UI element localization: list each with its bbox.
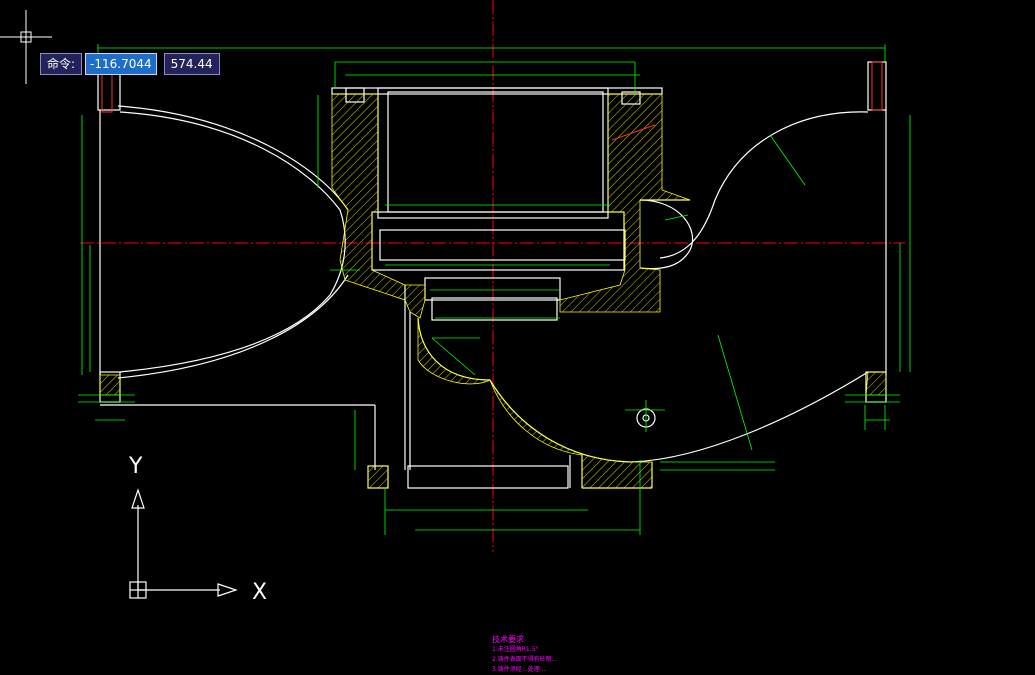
tech-notes-title: 技术要求 bbox=[492, 635, 524, 644]
ucs-y-label: Y bbox=[128, 454, 143, 479]
drawing-canvas[interactable]: Y X bbox=[0, 0, 1035, 675]
command-prompt-label: 命令: bbox=[40, 53, 83, 75]
tech-note-line: 2.铸件表面不得有砂眼… bbox=[492, 656, 558, 663]
technical-requirements: 技术要求 1.未注圆角R1.5° 2.铸件表面不得有砂眼… 3.铸件须经…处理… bbox=[492, 634, 558, 675]
tech-note-line: 1.未注圆角R1.5° bbox=[492, 646, 539, 653]
dimension-lines bbox=[78, 44, 911, 535]
part-outline bbox=[97, 61, 887, 489]
centerlines bbox=[80, 0, 905, 552]
y-coordinate-input[interactable]: 574.44 bbox=[163, 53, 220, 75]
ucs-x-label: X bbox=[252, 580, 267, 605]
dynamic-input-tooltip: 命令: -116.7044 574.44 bbox=[40, 53, 220, 75]
x-coordinate-input[interactable]: -116.7044 bbox=[85, 53, 157, 75]
ucs-icon bbox=[129, 488, 238, 599]
tech-note-line: 3.铸件须经…处理… bbox=[492, 666, 546, 673]
